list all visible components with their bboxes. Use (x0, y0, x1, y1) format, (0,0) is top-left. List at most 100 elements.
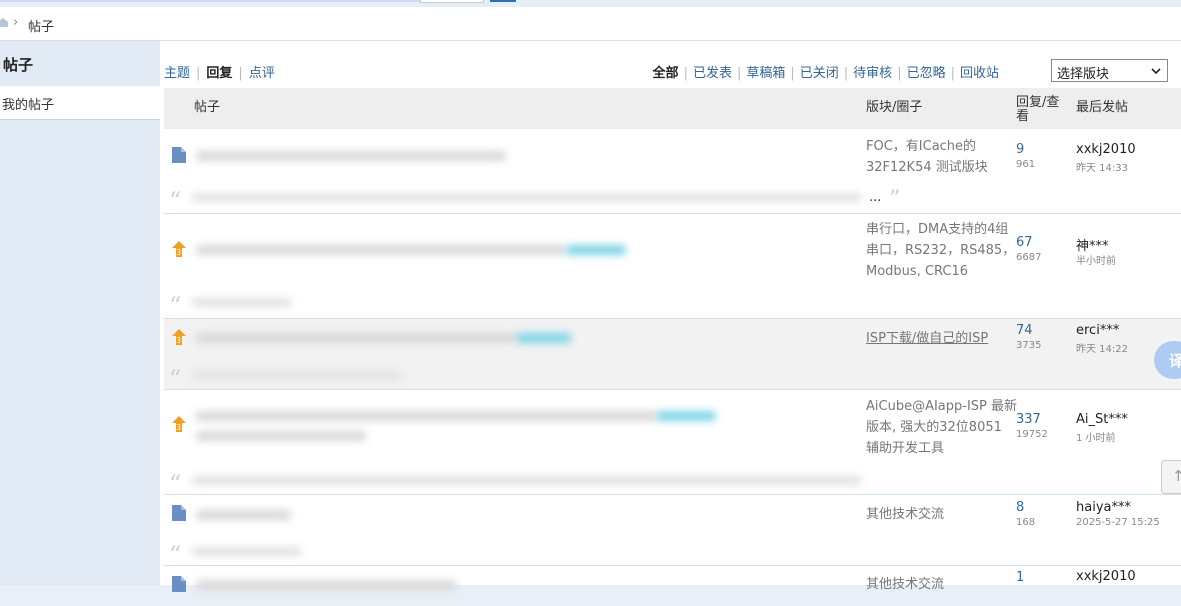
document-icon (172, 505, 186, 521)
tab-divider: | (196, 66, 201, 81)
quote-icon: “ (169, 365, 182, 393)
tab-replies[interactable]: 回复 (206, 66, 232, 81)
sidebar-item-label: 我的帖子 (2, 98, 55, 113)
filter-divider: | (736, 66, 742, 81)
post-title-blurred[interactable] (196, 510, 291, 520)
reply-count[interactable]: 9 (1016, 142, 1024, 157)
last-post-time: 昨天 14:22 (1076, 344, 1128, 355)
post-tag-blurred (656, 411, 716, 421)
back-to-top-icon: ↑ (1172, 467, 1181, 485)
document-icon (172, 147, 186, 163)
svg-text:3: 3 (176, 248, 181, 257)
filter-all[interactable]: 全部 (653, 66, 679, 81)
filter-ignored[interactable]: 已忽略 (907, 66, 946, 81)
view-count: 6687 (1016, 252, 1042, 263)
last-post-user[interactable]: xxkj2010 (1076, 142, 1136, 157)
forum-link[interactable]: ISP下载/做自己的ISP (866, 328, 1018, 349)
sidebar-title: 帖子 (3, 56, 34, 74)
view-count: 961 (1016, 159, 1036, 170)
reply-count[interactable]: 8 (1016, 500, 1024, 515)
post-title-blurred[interactable] (196, 245, 566, 255)
hot-thread-icon: 3 (172, 241, 186, 257)
table-header: 帖子 版块/圈子 回复/查看 最后发帖 (164, 88, 1181, 129)
view-count: 19752 (1016, 429, 1048, 440)
post-title-blurred[interactable] (196, 411, 656, 421)
quote-end-icon: ” (889, 187, 901, 212)
last-post-user[interactable]: Ai_St*** (1076, 412, 1128, 427)
header-post: 帖子 (194, 100, 221, 115)
table-row[interactable]: 3 “ ISP下载/做自己的ISP 74 3735 erci*** 昨天 14:… (164, 319, 1181, 393)
reply-count[interactable]: 337 (1016, 412, 1041, 427)
post-title-blurred[interactable] (196, 333, 516, 343)
top-search-field[interactable] (0, 0, 420, 2)
reply-count[interactable]: 67 (1016, 235, 1033, 250)
quote-icon: “ (169, 541, 182, 569)
post-type-tabs: 主题 | 回复 | 点评 (164, 62, 275, 81)
sidebar-item-my-posts[interactable]: 我的帖子 (0, 86, 160, 120)
table-row[interactable]: 3 “ AiCube@AIapp-ISP 最新版本, 强大的32位8051 辅助… (164, 390, 1181, 498)
translate-label: 译 (1169, 352, 1181, 370)
reply-excerpt-blurred (192, 298, 292, 307)
quote-icon: “ (169, 292, 182, 320)
reply-count[interactable]: 1 (1016, 570, 1024, 585)
reply-count[interactable]: 74 (1016, 323, 1033, 338)
tab-topics[interactable]: 主题 (164, 66, 190, 81)
view-count: 3735 (1016, 340, 1042, 351)
breadcrumb-current: 帖子 (28, 20, 55, 35)
document-icon (172, 576, 186, 592)
status-filters: 全部 | 已发表 | 草稿箱 | 已关闭 | 待审核 | 已忽略 | 回收站 (653, 62, 999, 81)
post-title-blurred-2[interactable] (196, 431, 366, 441)
last-post-user[interactable]: erci*** (1076, 323, 1119, 338)
chevron-down-icon (1151, 68, 1161, 75)
top-toolbar-strip (0, 0, 1181, 7)
filter-divider: | (897, 66, 902, 81)
table-row[interactable]: 其他技术交流 1 xxkj2010 (164, 566, 1181, 606)
post-title-blurred[interactable] (196, 580, 456, 590)
post-tag-blurred (566, 245, 626, 255)
last-post-user[interactable]: xxkj2010 (1076, 569, 1136, 584)
reply-excerpt-blurred (192, 547, 302, 556)
filter-pending[interactable]: 待审核 (853, 66, 892, 81)
view-count: 168 (1016, 517, 1036, 528)
forum-select-value: 选择版块 (1057, 67, 1110, 82)
tab-comments[interactable]: 点评 (249, 66, 275, 81)
table-row[interactable]: “ FOC，有ICache的32F12K54 测试版块 ... ” 9 961 … (164, 129, 1181, 214)
forum-select[interactable]: 选择版块 (1051, 59, 1168, 82)
header-last-post: 最后发帖 (1076, 100, 1129, 115)
filter-closed[interactable]: 已关闭 (800, 66, 839, 81)
svg-text:3: 3 (176, 336, 181, 345)
table-row[interactable]: “ 其他技术交流 8 168 haiya*** 2025-5-27 15:25 (164, 495, 1181, 569)
last-post-time: 2025-5-27 15:25 (1076, 517, 1160, 528)
post-title-blurred[interactable] (196, 151, 506, 161)
filter-divider: | (790, 66, 795, 81)
filter-divider: | (683, 66, 688, 81)
home-icon[interactable] (0, 18, 8, 27)
quote-icon: “ (169, 187, 182, 215)
quote-icon: “ (169, 470, 182, 498)
forum-link[interactable]: 其他技术交流 (866, 504, 1018, 525)
header-replies-views: 回复/查看 (1016, 95, 1060, 124)
filter-recycle-bin[interactable]: 回收站 (960, 66, 999, 81)
top-search-button[interactable] (490, 0, 516, 2)
filter-drafts[interactable]: 草稿箱 (746, 66, 785, 81)
header-forum: 版块/圈子 (866, 100, 923, 115)
tab-divider: | (238, 66, 243, 81)
post-tag-blurred (516, 333, 571, 343)
forum-link[interactable]: AiCube@AIapp-ISP 最新版本, 强大的32位8051 辅助开发工具 (866, 396, 1018, 459)
svg-text:3: 3 (176, 423, 181, 432)
forum-link[interactable]: 串行口，DMA支持的4组串口，RS232，RS485，Modbus, CRC16 (866, 219, 1018, 282)
filter-published[interactable]: 已发表 (693, 66, 732, 81)
last-post-user[interactable]: haiya*** (1076, 500, 1131, 515)
back-to-top-button[interactable]: ↑ (1161, 460, 1181, 494)
filter-divider: | (950, 66, 955, 81)
breadcrumb: › 帖子 (0, 7, 1181, 41)
filter-divider: | (843, 66, 849, 81)
sidebar: 帖子 我的帖子 (0, 41, 160, 585)
forum-link[interactable]: FOC，有ICache的32F12K54 测试版块 (866, 136, 1018, 178)
table-row[interactable]: 3 “ 串行口，DMA支持的4组串口，RS232，RS485，Modbus, C… (164, 214, 1181, 319)
reply-excerpt-blurred (192, 193, 862, 202)
top-search-type[interactable] (420, 0, 484, 3)
reply-excerpt-blurred (192, 476, 862, 485)
last-post-time: 1 小时前 (1076, 433, 1116, 444)
hot-thread-icon: 3 (172, 329, 186, 345)
